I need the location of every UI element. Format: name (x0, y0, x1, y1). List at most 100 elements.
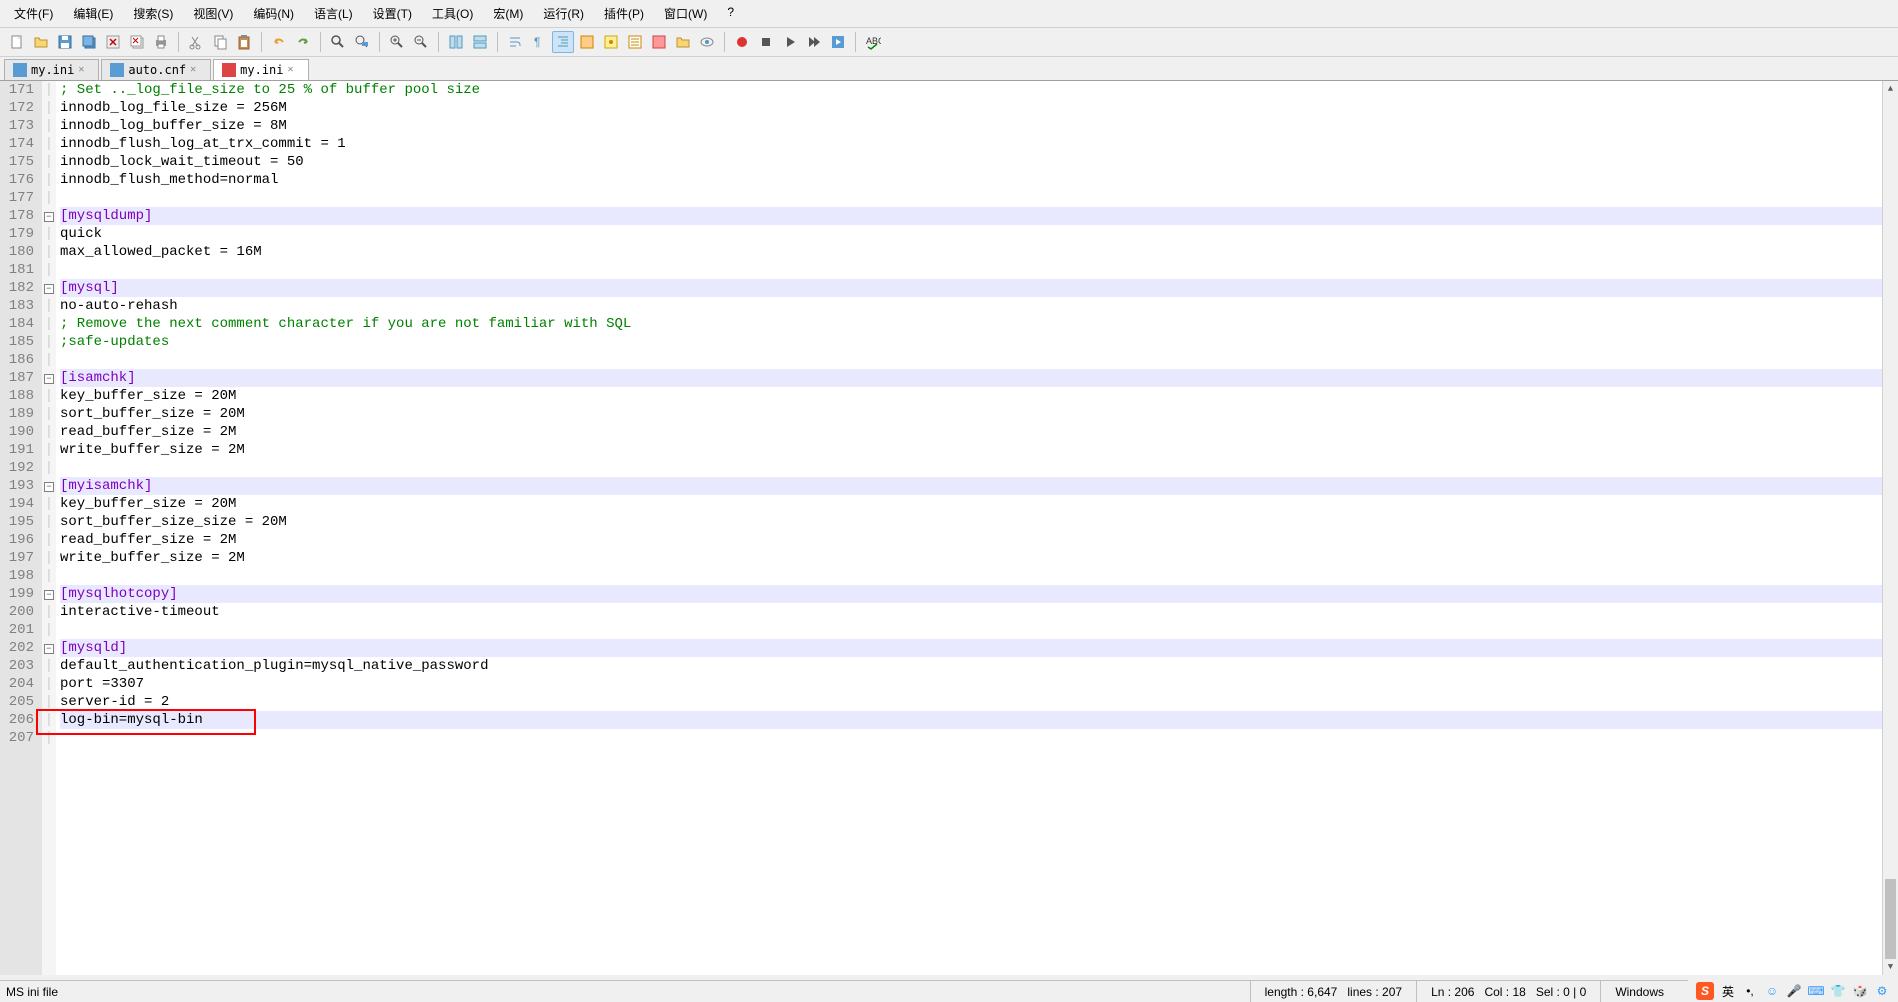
save-all-button[interactable] (78, 31, 100, 53)
play-multi-button[interactable] (803, 31, 825, 53)
menu-language[interactable]: 语言(L) (306, 2, 361, 25)
code-line[interactable]: port =3307 (60, 675, 1898, 693)
ime-emoji-icon[interactable]: ☺ (1764, 983, 1780, 999)
fold-toggle[interactable]: − (44, 284, 54, 294)
code-line[interactable]: read_buffer_size = 2M (60, 423, 1898, 441)
code-line[interactable]: [myisamchk] (60, 477, 1898, 495)
fold-toggle[interactable]: − (44, 212, 54, 222)
menu-settings[interactable]: 设置(T) (365, 2, 420, 25)
find-button[interactable] (327, 31, 349, 53)
scroll-down-arrow[interactable]: ▼ (1883, 959, 1898, 975)
close-icon[interactable]: ✕ (288, 64, 300, 76)
sync-hscroll-button[interactable] (469, 31, 491, 53)
new-file-button[interactable] (6, 31, 28, 53)
spellcheck-button[interactable]: ABC (862, 31, 884, 53)
monitor-button[interactable] (696, 31, 718, 53)
code-line[interactable]: sort_buffer_size_size = 20M (60, 513, 1898, 531)
code-line[interactable]: ;safe-updates (60, 333, 1898, 351)
code-line[interactable] (60, 261, 1898, 279)
ime-language[interactable]: 英 (1720, 983, 1736, 999)
folder-workspace-button[interactable] (672, 31, 694, 53)
code-line[interactable]: innodb_log_file_size = 256M (60, 99, 1898, 117)
code-line[interactable]: [mysqldump] (60, 207, 1898, 225)
play-macro-button[interactable] (779, 31, 801, 53)
code-line[interactable]: write_buffer_size = 2M (60, 549, 1898, 567)
code-line[interactable] (60, 567, 1898, 585)
ime-toolbox-icon[interactable]: 🎲 (1852, 983, 1868, 999)
print-button[interactable] (150, 31, 172, 53)
code-line[interactable]: ; Remove the next comment character if y… (60, 315, 1898, 333)
tab-my-ini-2[interactable]: my.ini ✕ (213, 59, 308, 80)
replace-button[interactable] (351, 31, 373, 53)
menu-search[interactable]: 搜索(S) (125, 2, 181, 25)
code-line[interactable]: write_buffer_size = 2M (60, 441, 1898, 459)
sync-vscroll-button[interactable] (445, 31, 467, 53)
wordwrap-button[interactable] (504, 31, 526, 53)
menu-run[interactable]: 运行(R) (535, 2, 592, 25)
save-macro-button[interactable] (827, 31, 849, 53)
copy-button[interactable] (209, 31, 231, 53)
code-line[interactable]: max_allowed_packet = 16M (60, 243, 1898, 261)
ime-skin-icon[interactable]: 👕 (1830, 983, 1846, 999)
close-button[interactable] (102, 31, 124, 53)
menu-view[interactable]: 视图(V) (185, 2, 241, 25)
code-editor[interactable]: 1711721731741751761771781791801811821831… (0, 81, 1898, 975)
record-macro-button[interactable] (731, 31, 753, 53)
code-line[interactable] (60, 621, 1898, 639)
menu-encoding[interactable]: 编码(N) (245, 2, 302, 25)
menu-plugins[interactable]: 插件(P) (596, 2, 652, 25)
ime-settings-icon[interactable]: ⚙ (1874, 983, 1890, 999)
sogou-ime-icon[interactable]: S (1696, 982, 1714, 1000)
fold-toggle[interactable]: − (44, 590, 54, 600)
menu-file[interactable]: 文件(F) (6, 2, 61, 25)
code-line[interactable]: quick (60, 225, 1898, 243)
code-line[interactable] (60, 459, 1898, 477)
udl-button[interactable] (576, 31, 598, 53)
code-line[interactable]: key_buffer_size = 20M (60, 495, 1898, 513)
code-line[interactable]: read_buffer_size = 2M (60, 531, 1898, 549)
stop-macro-button[interactable] (755, 31, 777, 53)
code-line[interactable] (60, 189, 1898, 207)
vertical-scrollbar[interactable]: ▲ ▼ (1882, 81, 1898, 975)
code-line[interactable]: [mysql] (60, 279, 1898, 297)
close-icon[interactable]: ✕ (190, 64, 202, 76)
code-line[interactable]: innodb_flush_method=normal (60, 171, 1898, 189)
menu-help[interactable]: ? (719, 2, 742, 25)
doc-map-button[interactable] (600, 31, 622, 53)
ime-keyboard-icon[interactable]: ⌨ (1808, 983, 1824, 999)
code-line[interactable]: innodb_flush_log_at_trx_commit = 1 (60, 135, 1898, 153)
code-content[interactable]: ; Set .._log_file_size to 25 % of buffer… (56, 81, 1898, 975)
code-line[interactable]: innodb_log_buffer_size = 8M (60, 117, 1898, 135)
indent-guide-button[interactable] (552, 31, 574, 53)
code-line[interactable]: log-bin=mysql-bin (60, 711, 1898, 729)
scroll-up-arrow[interactable]: ▲ (1883, 81, 1898, 97)
code-line[interactable]: innodb_lock_wait_timeout = 50 (60, 153, 1898, 171)
undo-button[interactable] (268, 31, 290, 53)
zoom-in-button[interactable] (386, 31, 408, 53)
code-line[interactable]: ; Set .._log_file_size to 25 % of buffer… (60, 81, 1898, 99)
code-line[interactable]: default_authentication_plugin=mysql_nati… (60, 657, 1898, 675)
code-line[interactable]: no-auto-rehash (60, 297, 1898, 315)
tab-my-ini-1[interactable]: my.ini ✕ (4, 59, 99, 80)
fold-toggle[interactable]: − (44, 374, 54, 384)
cut-button[interactable] (185, 31, 207, 53)
code-line[interactable]: interactive-timeout (60, 603, 1898, 621)
menu-macro[interactable]: 宏(M) (485, 2, 531, 25)
open-file-button[interactable] (30, 31, 52, 53)
save-button[interactable] (54, 31, 76, 53)
zoom-out-button[interactable] (410, 31, 432, 53)
fold-toggle[interactable]: − (44, 644, 54, 654)
code-line[interactable]: key_buffer_size = 20M (60, 387, 1898, 405)
tab-auto-cnf[interactable]: auto.cnf ✕ (101, 59, 211, 80)
ime-punctuation-icon[interactable]: •, (1742, 983, 1758, 999)
code-line[interactable]: sort_buffer_size = 20M (60, 405, 1898, 423)
code-line[interactable]: server-id = 2 (60, 693, 1898, 711)
close-icon[interactable]: ✕ (78, 64, 90, 76)
code-line[interactable] (60, 729, 1898, 747)
code-line[interactable]: [isamchk] (60, 369, 1898, 387)
menu-window[interactable]: 窗口(W) (656, 2, 715, 25)
menu-edit[interactable]: 编辑(E) (65, 2, 121, 25)
paste-button[interactable] (233, 31, 255, 53)
show-all-chars-button[interactable]: ¶ (528, 31, 550, 53)
close-all-button[interactable] (126, 31, 148, 53)
